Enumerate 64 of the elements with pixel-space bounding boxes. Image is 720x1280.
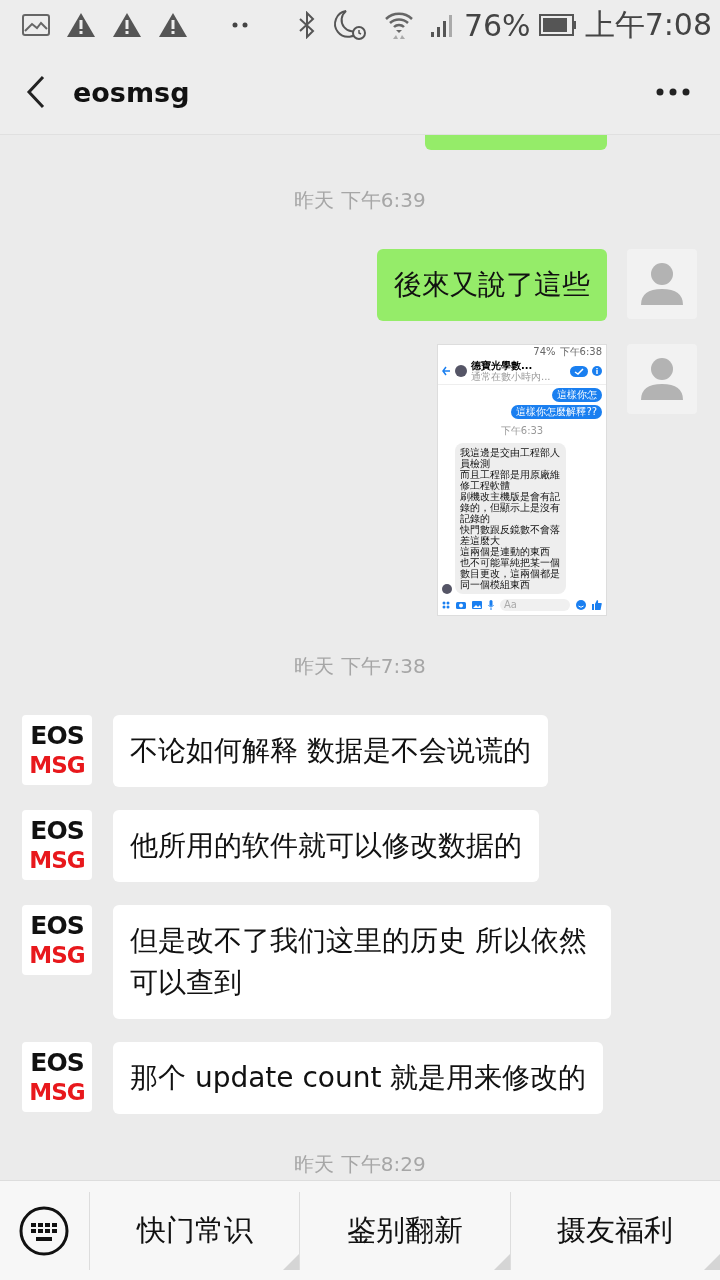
battery-percent: 74% [533,346,556,357]
avatar [442,584,452,594]
message-line: 我這邊是交由工程部人員檢測 [460,447,561,469]
logo-avatar[interactable]: EOS MSG [22,810,92,880]
timestamp: 昨天 下午6:39 [294,188,426,212]
message-line: 也不可能單純把某一個數目更改，這兩個都是同一個模組東西 [460,557,561,590]
microphone-icon [488,600,494,610]
warning-icon [112,12,142,38]
message-bubble: 這樣你怎 [552,388,602,402]
message-bubble: 後來又說了這些 [377,249,607,321]
wifi-icon [383,10,414,40]
timestamp: 昨天 下午7:38 [294,654,426,678]
message-input: Aa [500,599,570,611]
battery-icon [538,14,577,36]
emoji-icon [576,600,586,610]
logo-text: MSG [29,941,85,969]
warning-icon [66,12,96,38]
battery-percent: 76% [463,7,531,43]
message-bubble: 這樣你怎麼解釋?? [511,405,602,419]
clock: 下午6:38 [559,346,602,357]
message-bubble: 不论如何解释 数据是不会说谎的 [113,715,548,787]
logo-text: EOS [30,1048,84,1078]
timestamp: 下午6:33 [500,425,544,437]
contact-status: 通常在數小時內... [471,371,552,382]
thumbs-up-icon [592,600,602,610]
logo-text: EOS [30,816,84,846]
logo-text: EOS [30,721,84,751]
back-icon[interactable] [26,75,46,109]
menu-button[interactable]: 鉴别翻新 [299,1191,510,1270]
message-bubble: 但是改不了我们这里的历史 所以依然可以查到 [113,905,611,1019]
dots-icon [232,22,248,28]
bluetooth-icon [297,11,316,39]
clock: 上午7:08 [584,5,712,44]
message-line: 快門數跟反鏡數不會落差這麼大 [460,524,561,546]
avatar [455,365,467,377]
logo-text: MSG [29,751,85,779]
warning-icon [158,12,188,38]
menu-button[interactable]: 摄友福利 [509,1191,720,1270]
logo-text: EOS [30,911,84,941]
image-icon [472,601,482,609]
camera-icon [456,601,466,609]
logo-avatar[interactable]: EOS MSG [22,1042,92,1112]
contact-name: 德寶光學數... [471,360,534,371]
apps-icon [442,601,450,609]
more-icon[interactable] [656,88,690,96]
moon-alarm-icon [331,9,368,41]
message-bubble: 那个 update count 就是用来修改的 [113,1042,604,1114]
message-line: 刷機改主機版是會有記錄的，但顯示上是沒有記錄的 [460,491,561,524]
logo-avatar[interactable]: EOS MSG [22,715,92,785]
logo-avatar[interactable]: EOS MSG [22,905,92,975]
info-icon [592,366,602,376]
image-icon [22,14,50,36]
logo-text: MSG [29,1078,85,1106]
screenshot-message[interactable]: 74% 下午6:38 德寶光學數... 通常在數小時內... 這樣你怎 這樣你怎麼解釋?? 下午6:33 我這邊是交由工程部人員檢測 而且工程部是用原廠維修工程軟體 刷機改主機版是會有記錄的，但顯示上是沒有記錄的 快門數跟反鏡數不會落差這麼大 這兩個是連動的東西 也不可能單純把某一個數目更改，這兩個都是同一個模組東西 Aa [437,344,607,616]
message-line: 而且工程部是用原廠維修工程軟體 [460,469,561,491]
message-bubble: 他所用的软件就可以修改数据的 [113,810,539,882]
chat-title: eosmsg [73,76,191,108]
logo-text: MSG [29,846,85,874]
back-icon [442,366,451,376]
menu-button[interactable]: 快门常识 [89,1191,300,1270]
timestamp: 昨天 下午8:29 [294,1152,426,1176]
message-line: 這兩個是連動的東西 [460,546,551,557]
check-icon [570,365,588,377]
keyboard-icon[interactable] [19,1205,69,1256]
